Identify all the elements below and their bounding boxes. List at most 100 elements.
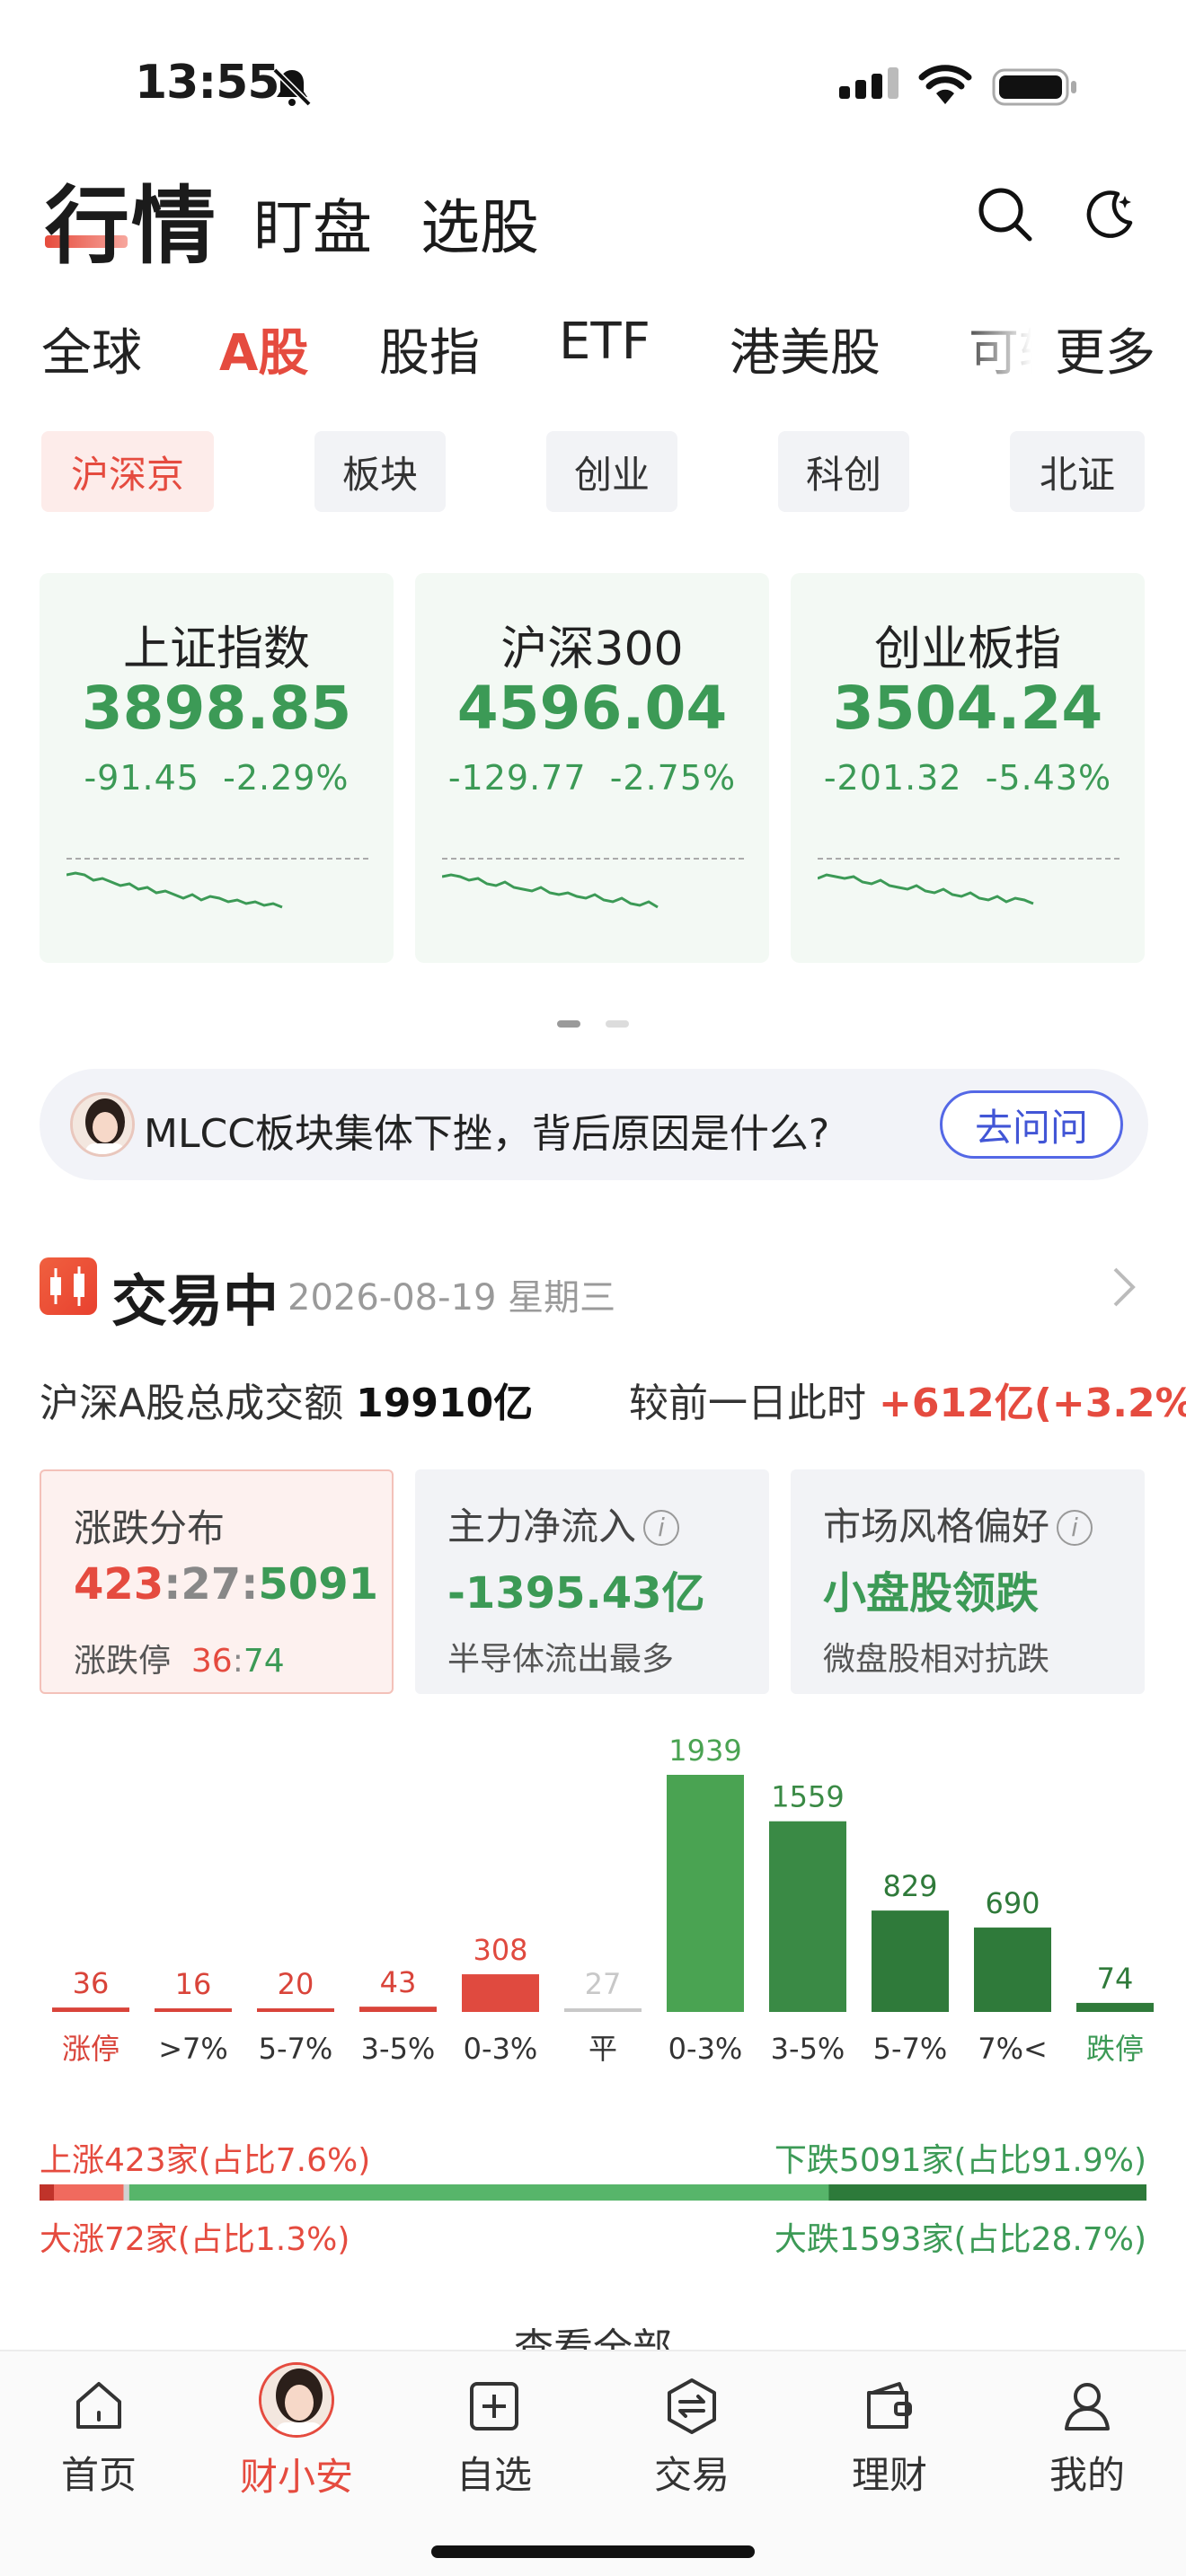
stat-card-distribution[interactable]: 涨跌分布 423:27:5091 涨跌停 36:74	[40, 1469, 394, 1694]
index-value: 3898.85	[81, 674, 352, 743]
distribution-bar	[462, 1974, 539, 2012]
stat-value: -1395.43亿	[447, 1568, 705, 1619]
nav-label: 我的	[1049, 2453, 1125, 2497]
category-more-button[interactable]: 更多	[1051, 313, 1155, 385]
trading-status-title: 交易中	[111, 1268, 279, 1334]
trade-icon	[668, 2378, 716, 2434]
assistant-avatar	[259, 2362, 334, 2438]
nav-trade[interactable]: 交易	[593, 2362, 791, 2506]
category-tab-etf[interactable]: ETF	[559, 313, 651, 371]
distribution-category-label: >7%	[158, 2032, 228, 2066]
flat-segment	[123, 2184, 129, 2201]
stat-sub: 半导体流出最多	[447, 1641, 675, 1678]
index-value: 3504.24	[832, 674, 1103, 743]
distribution-bar	[564, 2008, 642, 2012]
distribution-category-label: 3-5%	[361, 2032, 436, 2066]
index-name: 创业板指	[873, 622, 1061, 676]
stat-card-net-inflow[interactable]: 主力净流入 i -1395.43亿 半导体流出最多	[415, 1469, 769, 1694]
distribution-bar	[257, 2008, 334, 2012]
nav-wealth[interactable]: 理财	[791, 2362, 988, 2506]
distribution-bar	[359, 2007, 437, 2012]
rise-count-label: 上涨423家(占比7.6%)	[40, 2142, 371, 2179]
page-title[interactable]: 行情	[45, 158, 217, 280]
distribution-value-label: 1559	[771, 1780, 844, 1814]
category-tab-index-futures[interactable]: 股指	[379, 313, 480, 385]
page-indicator-active	[557, 1020, 580, 1028]
nav-label: 财小安	[239, 2455, 353, 2499]
nav-home[interactable]: 首页	[0, 2362, 198, 2506]
category-tab-global[interactable]: 全球	[41, 313, 142, 385]
distribution-category-label: 平	[589, 2032, 617, 2066]
info-icon[interactable]: i	[643, 1510, 680, 1546]
status-time: 13:55	[135, 56, 280, 110]
distribution-value-label: 27	[585, 1967, 622, 2001]
nav-label: 理财	[851, 2453, 927, 2497]
distribution-category-label: 0-3%	[668, 2032, 743, 2066]
price-change-distribution-chart: 36 涨停 16 >7% 20 5-7% 43 3-5% 308 0-3% 27 平 1939 0-3% 1…	[52, 1734, 1154, 2066]
tab-stock-picker[interactable]: 选股	[420, 180, 539, 266]
index-value: 4596.04	[456, 674, 728, 743]
battery-icon	[992, 68, 1076, 106]
index-name: 上证指数	[122, 622, 310, 676]
distribution-bar	[974, 1928, 1051, 2012]
distribution-category-label: 0-3%	[464, 2032, 538, 2066]
distribution-category-label: 涨停	[62, 2032, 119, 2066]
fall-count-label: 下跌5091家(占比91.9%)	[774, 2142, 1146, 2179]
distribution-bar	[872, 1910, 949, 2012]
turnover-total: 沪深A股总成交额 19910亿	[40, 1381, 534, 1426]
nav-label: 首页	[60, 2453, 137, 2497]
rise-fall-ratio-bar	[40, 2184, 1146, 2201]
index-card-shanghai[interactable]: 上证指数 3898.85 -91.45 -2.29%	[40, 573, 394, 963]
chip-star-market[interactable]: 科创	[778, 431, 909, 512]
stat-sub: 涨跌停 36:74	[74, 1643, 285, 1680]
index-sparkline	[818, 858, 1123, 905]
tab-fade	[952, 305, 1051, 386]
nav-watchlist[interactable]: 自选	[395, 2362, 593, 2506]
index-card-chinext[interactable]: 创业板指 3504.24 -201.32 -5.43%	[791, 573, 1145, 963]
distribution-value-label: 43	[380, 1965, 417, 1999]
distribution-category-label: 5-7%	[259, 2032, 333, 2066]
info-icon[interactable]: i	[1057, 1510, 1093, 1546]
distribution-bar	[667, 1775, 744, 2012]
distribution-category-label: 跌停	[1086, 2032, 1144, 2066]
big-rise-segment	[40, 2184, 55, 2201]
category-tab-a-shares[interactable]: A股	[219, 313, 308, 385]
ai-question-text[interactable]: MLCC板块集体下挫，背后原因是什么?	[144, 1101, 829, 1159]
nav-profile[interactable]: 我的	[988, 2362, 1186, 2506]
stat-value: 423:27:5091	[74, 1559, 378, 1610]
search-icon[interactable]	[976, 185, 1035, 244]
nav-assistant[interactable]: 财小安	[198, 2362, 395, 2506]
chip-shanghai-shenzhen-beijing[interactable]: 沪深京	[41, 431, 214, 512]
wallet-icon	[867, 2382, 912, 2429]
distribution-value-label: 74	[1097, 1962, 1134, 1996]
tab-watch[interactable]: 盯盘	[253, 180, 372, 266]
distribution-bar	[52, 2007, 129, 2012]
stat-title: 市场风格偏好 i	[823, 1496, 1093, 1551]
stat-sub: 微盘股相对抗跌	[823, 1641, 1050, 1678]
index-sparkline	[66, 858, 372, 909]
page-indicator	[606, 1020, 629, 1028]
distribution-category-label: 3-5%	[771, 2032, 845, 2066]
category-tab-hk-us[interactable]: 港美股	[730, 313, 881, 385]
profile-icon	[1065, 2383, 1110, 2430]
chip-sector[interactable]: 板块	[314, 431, 446, 512]
distribution-category-label: 5-7%	[873, 2032, 948, 2066]
index-change: -91.45 -2.29%	[84, 758, 350, 798]
index-name: 沪深300	[500, 622, 684, 676]
distribution-value-label: 690	[985, 1886, 1040, 1920]
chip-chinext[interactable]: 创业	[546, 431, 677, 512]
assistant-avatar	[70, 1092, 135, 1157]
stat-card-market-style[interactable]: 市场风格偏好 i 小盘股领跌 微盘股相对抗跌	[791, 1469, 1145, 1694]
stat-title: 主力净流入 i	[447, 1496, 680, 1551]
index-change: -129.77 -2.75%	[447, 758, 737, 798]
distribution-category-label: 7%<	[978, 2032, 1048, 2066]
index-sparkline	[442, 858, 748, 909]
distribution-value-label: 16	[175, 1967, 212, 2001]
chevron-right-icon[interactable]	[1111, 1265, 1137, 1310]
dark-mode-icon[interactable]	[1082, 187, 1137, 243]
home-icon	[76, 2382, 121, 2429]
index-card-csi300[interactable]: 沪深300 4596.04 -129.77 -2.75%	[415, 573, 769, 963]
home-indicator	[431, 2545, 755, 2558]
chip-beijing-exchange[interactable]: 北证	[1010, 431, 1145, 512]
ask-button[interactable]: 去问问	[940, 1090, 1123, 1159]
